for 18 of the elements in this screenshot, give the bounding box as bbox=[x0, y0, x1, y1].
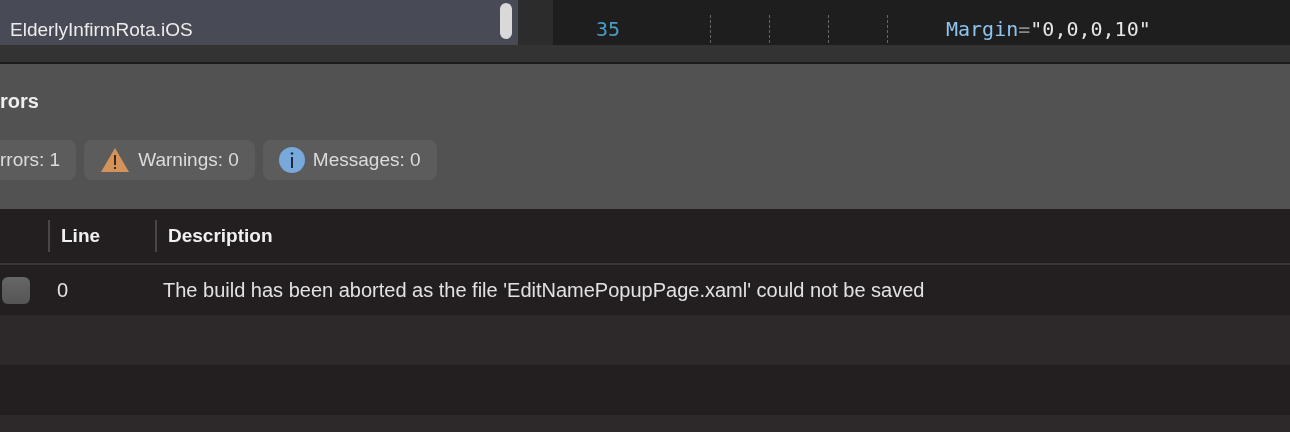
info-icon bbox=[278, 147, 305, 173]
tree-item[interactable]: ElderlyInfirmRota.iOS bbox=[10, 19, 193, 41]
row-checkbox[interactable] bbox=[2, 276, 30, 304]
equals-sign: = bbox=[1018, 17, 1031, 41]
table-cell-text: 0 bbox=[57, 278, 70, 302]
column-header[interactable]: Description bbox=[155, 220, 273, 252]
filter-button[interactable]: rrors: 1 bbox=[0, 140, 77, 180]
table-cell: The build has been aborted as the file 'EditNamePopupPage.xaml' could not be saved bbox=[163, 278, 925, 302]
scrollbar-thumb[interactable] bbox=[500, 3, 512, 39]
line-number: 35 bbox=[595, 17, 622, 41]
panel-title: rors bbox=[0, 90, 40, 113]
splitter-gutter bbox=[518, 0, 553, 45]
filter-button[interactable]: Warnings: 0 bbox=[84, 140, 255, 180]
column-header[interactable]: Line bbox=[48, 220, 155, 252]
attribute-value: "0,0,0,10" bbox=[1030, 17, 1151, 41]
attribute-name: Margin bbox=[946, 17, 1019, 41]
filter-button[interactable]: Messages: 0 bbox=[262, 140, 437, 180]
warning-icon bbox=[100, 147, 131, 173]
